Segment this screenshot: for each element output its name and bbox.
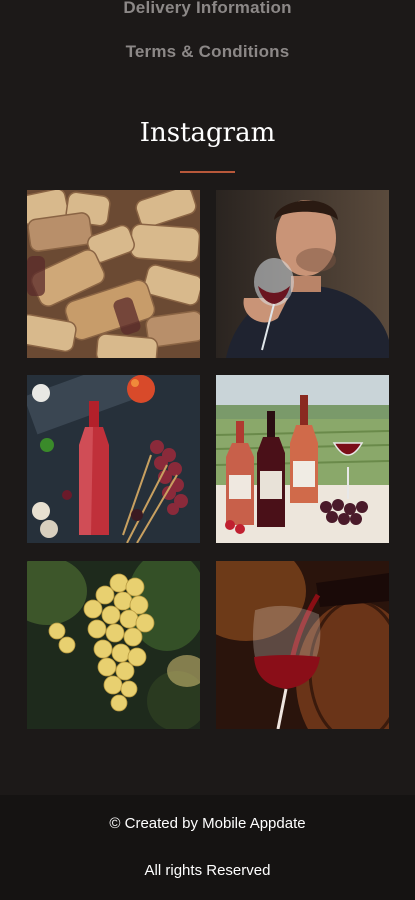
tasting-image bbox=[216, 190, 389, 358]
corks-image bbox=[27, 190, 200, 358]
instagram-heading: Instagram bbox=[139, 118, 276, 148]
vineyard-bottles-image bbox=[216, 375, 389, 543]
copyright-credit: © Created by Mobile Appdate bbox=[109, 815, 306, 832]
terms-conditions-link[interactable]: Terms & Conditions bbox=[0, 42, 415, 62]
footer: © Created by Mobile Appdate All rights R… bbox=[0, 795, 415, 900]
instagram-photo-tasting[interactable] bbox=[216, 190, 389, 358]
delivery-information-link[interactable]: Delivery Information bbox=[0, 0, 415, 18]
instagram-photo-corks[interactable] bbox=[27, 190, 200, 358]
instagram-photo-wine-pour[interactable] bbox=[216, 561, 389, 729]
grapes-image bbox=[27, 561, 200, 729]
instagram-photo-vineyard-bottles[interactable] bbox=[216, 375, 389, 543]
instagram-photo-rose-still-life[interactable] bbox=[27, 375, 200, 543]
rose-still-life-image bbox=[27, 375, 200, 543]
rights-reserved-text: All rights Reserved bbox=[144, 862, 271, 879]
wine-pour-image bbox=[216, 561, 389, 729]
heading-divider bbox=[180, 171, 235, 173]
instagram-photo-grapes[interactable] bbox=[27, 561, 200, 729]
